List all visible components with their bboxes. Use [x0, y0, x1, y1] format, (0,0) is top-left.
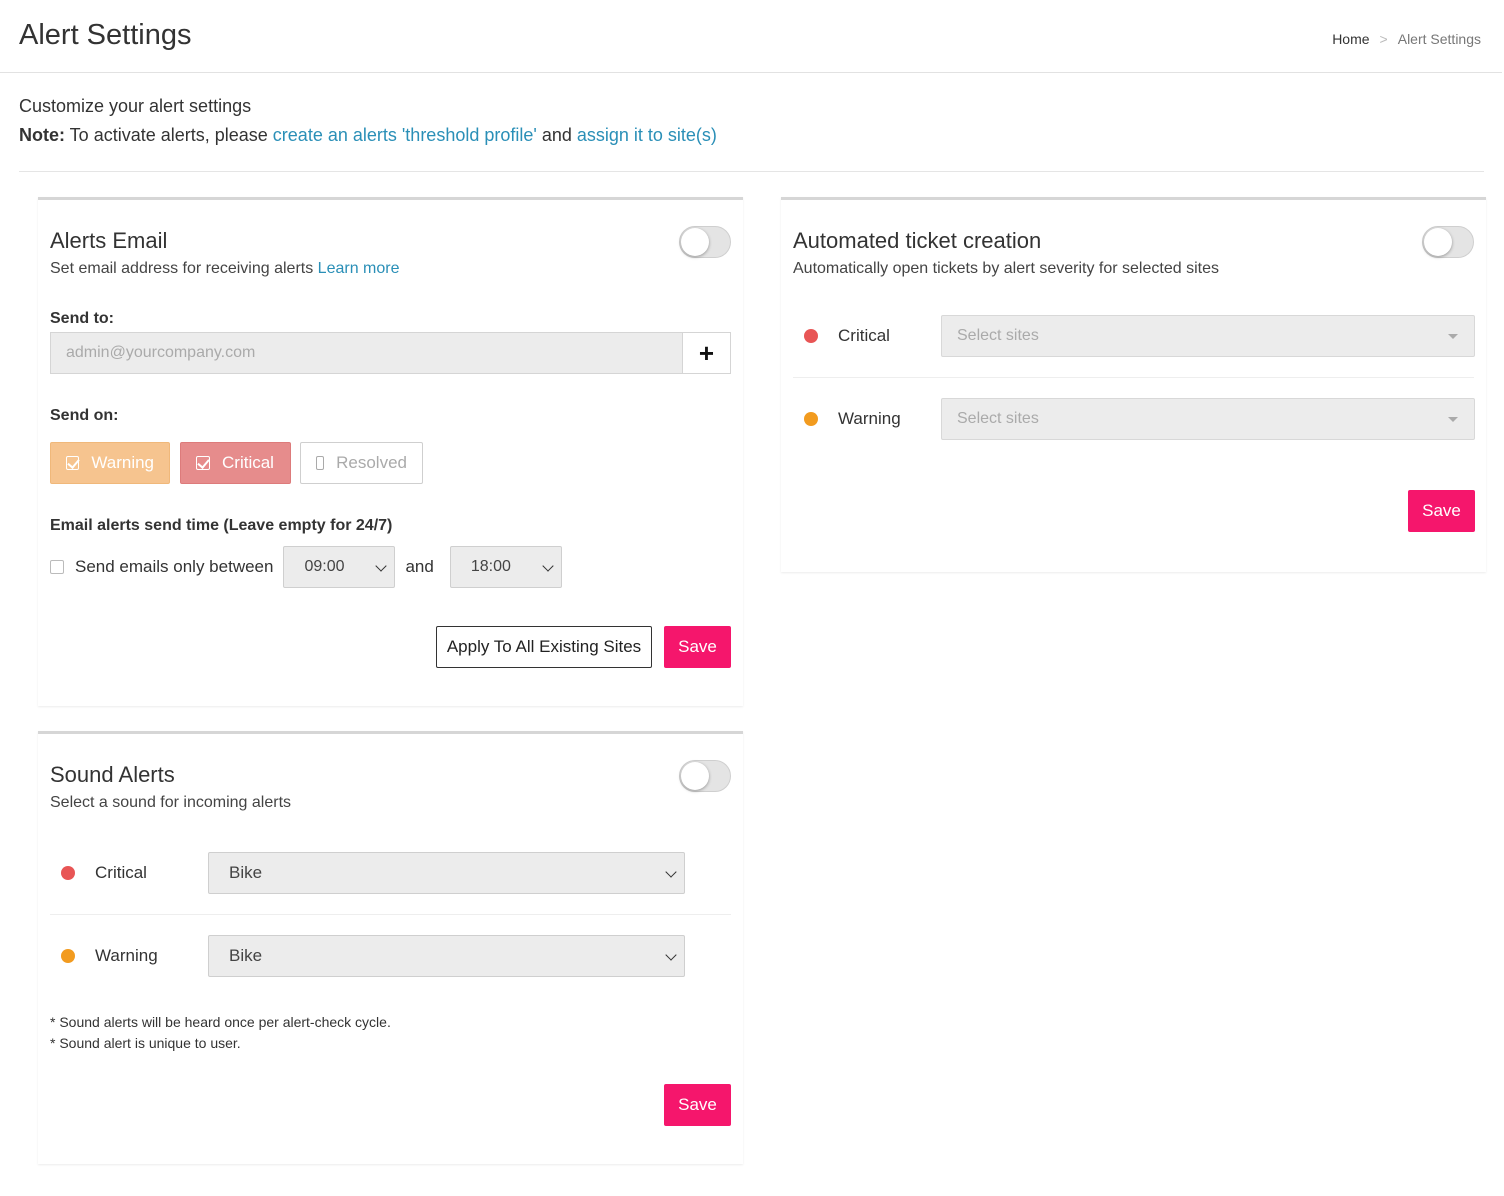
threshold-profile-link[interactable]: create an alerts 'threshold profile'	[273, 125, 537, 145]
alerts-email-card: Alerts Email Set email address for recei…	[38, 197, 743, 706]
sound-alerts-save-button[interactable]: Save	[664, 1084, 731, 1126]
alerts-email-subtitle-text: Set email address for receiving alerts	[50, 260, 318, 277]
sound-alerts-subtitle: Select a sound for incoming alerts	[50, 794, 292, 811]
intro-divider	[19, 171, 1484, 172]
ticket-creation-card: Automated ticket creation Automatically …	[781, 197, 1486, 572]
note-text: To activate alerts, please	[65, 125, 273, 145]
sound-alerts-card: Sound Alerts Select a sound for incoming…	[38, 731, 743, 1164]
ticket-creation-toggle[interactable]	[1422, 226, 1474, 258]
chevron-down-icon	[542, 560, 554, 572]
start-time-value: 09:00	[304, 558, 345, 575]
and-label: and	[405, 557, 434, 576]
sound-warning-value: Bike	[229, 946, 263, 965]
send-on-resolved-label: Resolved	[336, 453, 407, 472]
sound-notes: * Sound alerts will be heard once per al…	[50, 1012, 391, 1054]
chevron-down-icon	[665, 866, 677, 878]
sound-warning-label: Warning	[95, 946, 158, 965]
breadcrumb: Home > Alert Settings	[1332, 31, 1481, 47]
checkbox-checked-icon	[66, 456, 80, 470]
ticket-critical-row: Critical	[804, 315, 890, 357]
send-on-label: Send on:	[50, 407, 119, 424]
critical-dot-icon	[804, 329, 818, 343]
breadcrumb-current: Alert Settings	[1397, 31, 1481, 47]
sound-note: * Sound alert is unique to user.	[50, 1035, 241, 1051]
caret-down-icon	[1448, 417, 1458, 422]
sound-note: * Sound alerts will be heard once per al…	[50, 1014, 391, 1030]
ticket-critical-label: Critical	[838, 326, 890, 345]
critical-dot-icon	[61, 866, 75, 880]
page-title: Alert Settings	[19, 19, 192, 51]
ticket-warning-label: Warning	[838, 409, 901, 428]
intro-line: Customize your alert settings	[19, 96, 252, 116]
send-time-label: Email alerts send time (Leave empty for …	[50, 517, 393, 534]
sound-warning-row: Warning	[61, 935, 158, 977]
intro-note: Note: To activate alerts, please create …	[19, 121, 717, 150]
alerts-email-subtitle: Set email address for receiving alerts L…	[50, 260, 400, 278]
end-time-select[interactable]: 18:00	[449, 546, 562, 588]
assign-sites-link[interactable]: assign it to site(s)	[577, 125, 717, 145]
ticket-critical-sites-select[interactable]: Select sites	[941, 315, 1475, 357]
send-on-warning-label: Warning	[91, 453, 154, 472]
caret-down-icon	[1448, 334, 1458, 339]
alerts-email-title: Alerts Email	[50, 228, 168, 253]
warning-dot-icon	[804, 412, 818, 426]
ticket-warning-row: Warning	[804, 398, 901, 440]
plus-icon: +	[698, 337, 715, 368]
toggle-knob	[681, 228, 709, 256]
send-to-label: Send to:	[50, 310, 114, 327]
top-bar: Alert Settings Home > Alert Settings	[0, 0, 1502, 73]
ticket-warning-sites-select[interactable]: Select sites	[941, 398, 1475, 440]
ticket-creation-subtitle: Automatically open tickets by alert seve…	[793, 260, 1219, 277]
sound-warning-select[interactable]: Bike	[208, 935, 685, 977]
chevron-down-icon	[665, 949, 677, 961]
start-time-select[interactable]: 09:00	[283, 546, 396, 588]
breadcrumb-home-link[interactable]: Home	[1332, 31, 1369, 47]
row-divider	[50, 914, 731, 915]
ticket-creation-title: Automated ticket creation	[793, 228, 1042, 253]
send-on-warning-button[interactable]: Warning	[50, 442, 170, 484]
only-between-label: Send emails only between	[75, 557, 274, 576]
send-on-critical-label: Critical	[222, 453, 274, 472]
apply-all-sites-button[interactable]: Apply To All Existing Sites	[436, 626, 652, 668]
end-time-value: 18:00	[470, 558, 511, 575]
send-on-critical-button[interactable]: Critical	[180, 442, 291, 484]
note-label: Note:	[19, 125, 65, 145]
intro-text: Customize your alert settings Note: To a…	[19, 92, 717, 150]
sound-critical-label: Critical	[95, 863, 147, 882]
ticket-warning-placeholder: Select sites	[957, 410, 1039, 427]
checkbox-checked-icon	[196, 456, 210, 470]
only-between-checkbox[interactable]	[50, 560, 64, 574]
send-on-resolved-button[interactable]: Resolved	[300, 442, 423, 484]
send-time-row: Send emails only between 09:00 and 18:00	[50, 546, 562, 588]
learn-more-link[interactable]: Learn more	[318, 260, 400, 277]
email-input[interactable]	[50, 332, 683, 374]
sound-critical-row: Critical	[61, 852, 147, 894]
add-email-button[interactable]: +	[682, 332, 731, 374]
note-and: and	[536, 125, 577, 145]
checkbox-unchecked-icon	[316, 456, 325, 470]
sound-critical-select[interactable]: Bike	[208, 852, 685, 894]
sound-critical-value: Bike	[229, 863, 263, 882]
ticket-critical-placeholder: Select sites	[957, 327, 1039, 344]
sound-alerts-toggle[interactable]	[679, 760, 731, 792]
row-divider	[793, 377, 1474, 378]
breadcrumb-separator: >	[1379, 31, 1388, 47]
chevron-down-icon	[375, 560, 388, 572]
alerts-email-toggle[interactable]	[679, 226, 731, 258]
alerts-email-save-button[interactable]: Save	[664, 626, 731, 668]
ticket-creation-save-button[interactable]: Save	[1408, 490, 1475, 532]
sound-alerts-title: Sound Alerts	[50, 762, 175, 787]
warning-dot-icon	[61, 949, 75, 963]
toggle-knob	[1424, 228, 1452, 256]
toggle-knob	[681, 762, 709, 790]
